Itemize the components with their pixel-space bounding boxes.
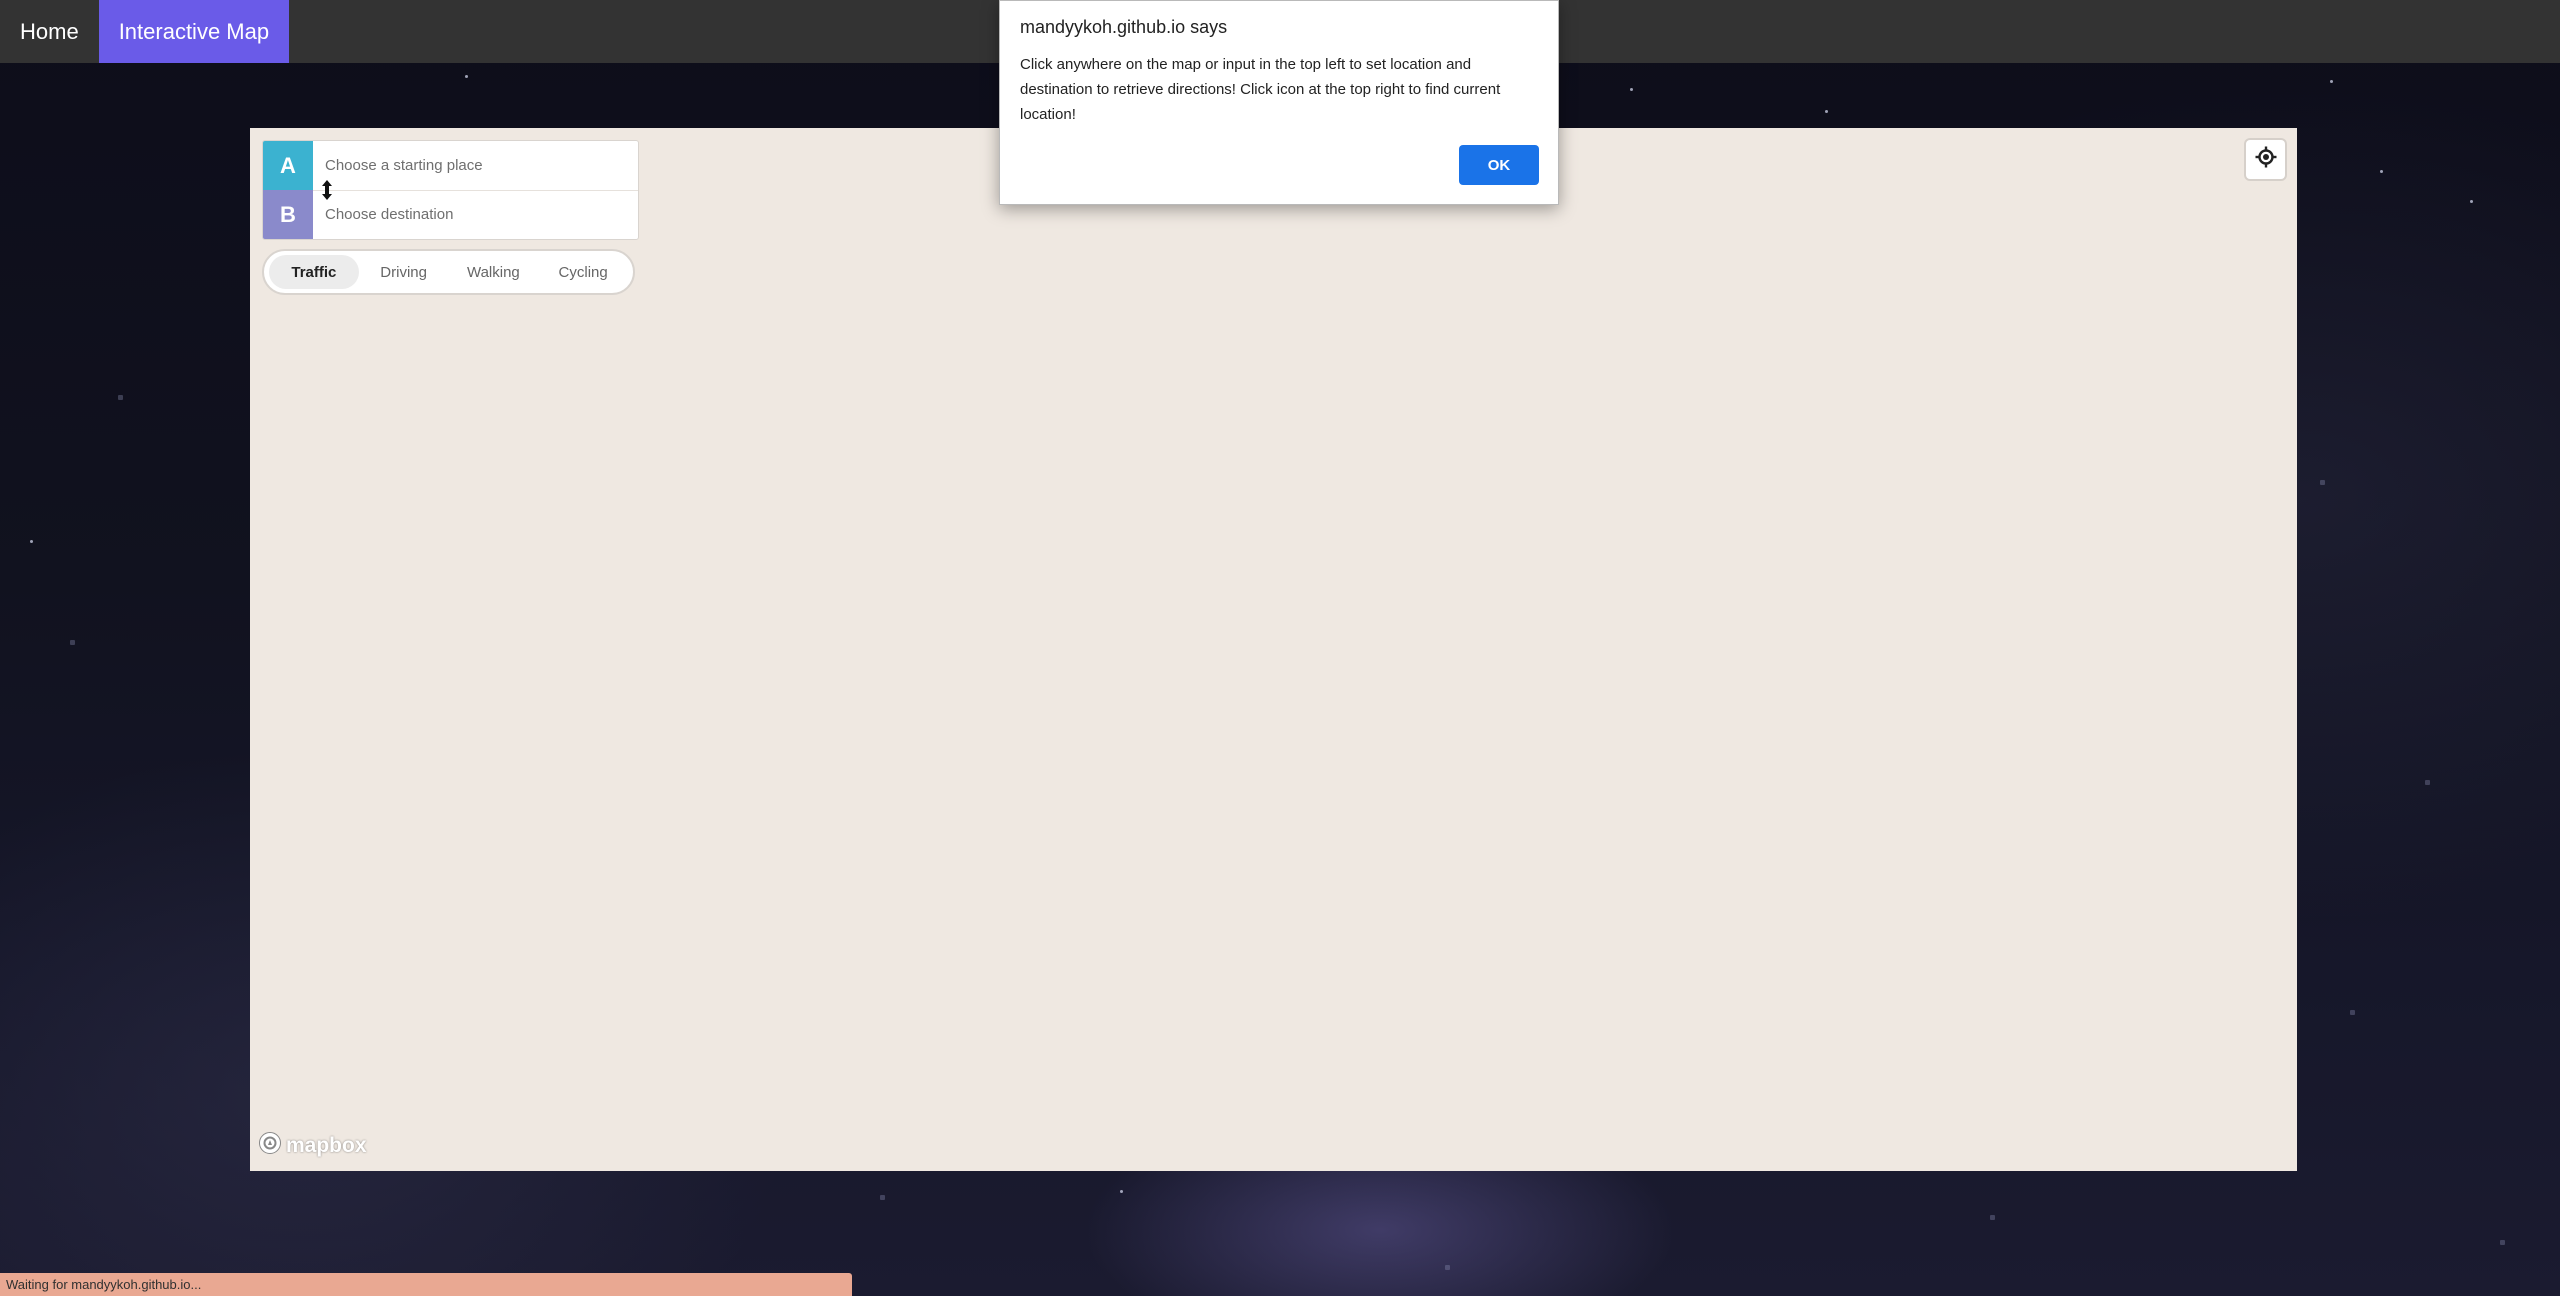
profile-driving-button[interactable]: Driving	[359, 255, 449, 289]
alert-dialog: mandyykoh.github.io says Click anywhere …	[999, 0, 1559, 205]
nav-home-link[interactable]: Home	[0, 0, 99, 63]
destination-marker-badge: B	[263, 190, 313, 239]
map-canvas[interactable]: A B Traffic Driving Walking Cycling	[250, 128, 2297, 1171]
swap-vertical-icon[interactable]	[319, 179, 335, 201]
dialog-message: Click anywhere on the map or input in th…	[1020, 56, 1501, 123]
geolocate-icon	[2255, 146, 2277, 173]
mapbox-logo-icon	[258, 1131, 282, 1161]
profile-cycling-button[interactable]: Cycling	[538, 255, 628, 289]
dialog-title: mandyykoh.github.io says	[1020, 17, 1228, 37]
origin-input[interactable]	[313, 142, 638, 189]
mapbox-logo[interactable]: mapbox	[258, 1131, 367, 1161]
geolocate-button[interactable]	[2246, 140, 2285, 179]
directions-inputs: A B	[262, 140, 639, 240]
status-bar: Waiting for mandyykoh.github.io...	[0, 1273, 852, 1296]
destination-input[interactable]	[313, 191, 638, 238]
mapbox-logo-text: mapbox	[286, 1134, 367, 1157]
routing-profile-switch: Traffic Driving Walking Cycling	[262, 249, 635, 295]
directions-panel: A B Traffic Driving Walking Cycling	[262, 140, 639, 295]
dialog-ok-button[interactable]: OK	[1459, 145, 1539, 185]
origin-marker-badge: A	[263, 141, 313, 190]
nav-interactive-map-link[interactable]: Interactive Map	[98, 0, 290, 63]
profile-walking-button[interactable]: Walking	[449, 255, 539, 289]
profile-traffic-button[interactable]: Traffic	[269, 255, 359, 289]
